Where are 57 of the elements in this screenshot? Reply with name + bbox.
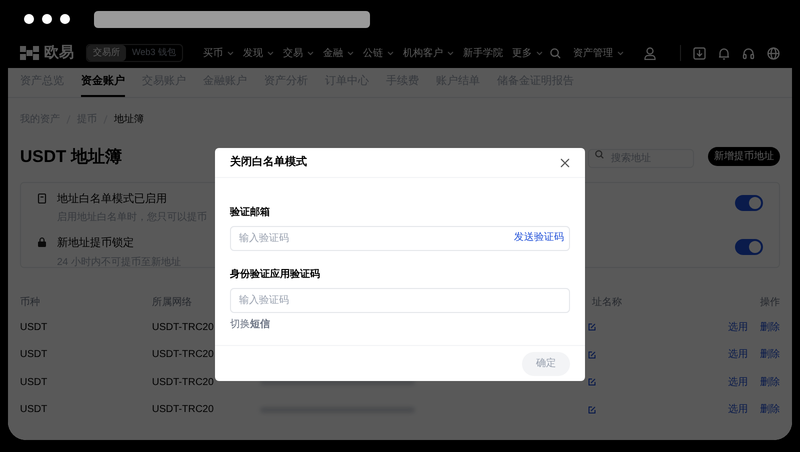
close-icon[interactable] — [560, 158, 570, 168]
send-code-link[interactable]: 发送验证码 — [514, 231, 564, 244]
search-icon[interactable] — [550, 48, 561, 58]
table-cell: USDT — [20, 376, 48, 388]
setting-title: 地址白名单模式已启用 — [57, 192, 168, 206]
toggle-switch[interactable] — [735, 239, 763, 255]
table-action-link[interactable]: 删除 — [760, 347, 780, 362]
table-action-link[interactable]: 删除 — [760, 402, 780, 418]
edit-icon[interactable] — [588, 323, 596, 332]
table-cell: USDT-TRC20 — [152, 322, 214, 333]
breadcrumb-current: 地址簿 — [114, 112, 144, 127]
table-action-link[interactable]: 选用 — [728, 402, 748, 418]
table-action-link[interactable]: 选用 — [728, 347, 748, 362]
nav-item[interactable]: 交易 — [282, 46, 314, 60]
page-title: USDT 地址簿 — [20, 146, 122, 168]
dialog-title: 关闭白名单模式 — [230, 154, 307, 170]
address-bar[interactable] — [94, 10, 370, 28]
verification-code-field[interactable]: 输入验证码 — [230, 288, 570, 313]
add-address-button[interactable]: 新增提币地址 — [708, 147, 780, 166]
nav-item[interactable]: 金融 — [322, 46, 354, 60]
table-cell: USDT-TRC20 — [152, 349, 214, 360]
table-cell: USDT — [20, 404, 48, 416]
edit-icon[interactable] — [588, 378, 596, 386]
chevron-down-icon — [617, 50, 624, 56]
table-cell: USDT — [20, 322, 48, 333]
field-label: 验证邮箱 — [230, 206, 271, 220]
toggle-switch[interactable] — [735, 194, 763, 210]
table-cell: USDT-TRC20 — [152, 404, 214, 416]
nav-item[interactable]: 新手学院 — [462, 46, 503, 60]
table-action-link[interactable]: 选用 — [728, 320, 748, 335]
table-action-link[interactable]: 删除 — [760, 374, 780, 390]
nav-item[interactable]: 买币 — [202, 46, 234, 60]
edit-icon[interactable] — [588, 406, 596, 414]
document-icon — [37, 192, 47, 204]
table-action-link[interactable]: 选用 — [728, 374, 748, 390]
download-icon[interactable] — [693, 46, 706, 60]
nav-item[interactable]: 机构客户 — [402, 46, 454, 60]
globe-icon[interactable] — [767, 46, 780, 60]
bell-icon[interactable] — [718, 46, 730, 60]
field-label: 身份验证应用验证码 — [230, 267, 321, 282]
headset-icon[interactable] — [742, 46, 755, 60]
asset-menu[interactable]: 资产管理 — [573, 46, 624, 60]
lock-icon — [37, 237, 47, 248]
user-icon[interactable] — [644, 46, 656, 60]
logo-text: 欧易 — [44, 42, 74, 63]
account-tab[interactable]: 资金账户 — [81, 68, 125, 97]
search-icon — [595, 150, 604, 159]
table-action-link[interactable]: 删除 — [760, 320, 780, 335]
edit-icon[interactable] — [588, 350, 596, 359]
nav-item[interactable]: 发现 — [242, 46, 274, 60]
table-cell: USDT — [20, 349, 48, 360]
logo-icon — [20, 46, 40, 60]
table-cell: USDT-TRC20 — [152, 376, 214, 388]
nav-item[interactable]: 更多 — [512, 46, 543, 60]
switch-method-link[interactable]: 切换短信 — [230, 317, 270, 332]
setting-title: 新地址提币锁定 — [57, 236, 135, 251]
nav-item[interactable]: 公链 — [362, 46, 394, 60]
